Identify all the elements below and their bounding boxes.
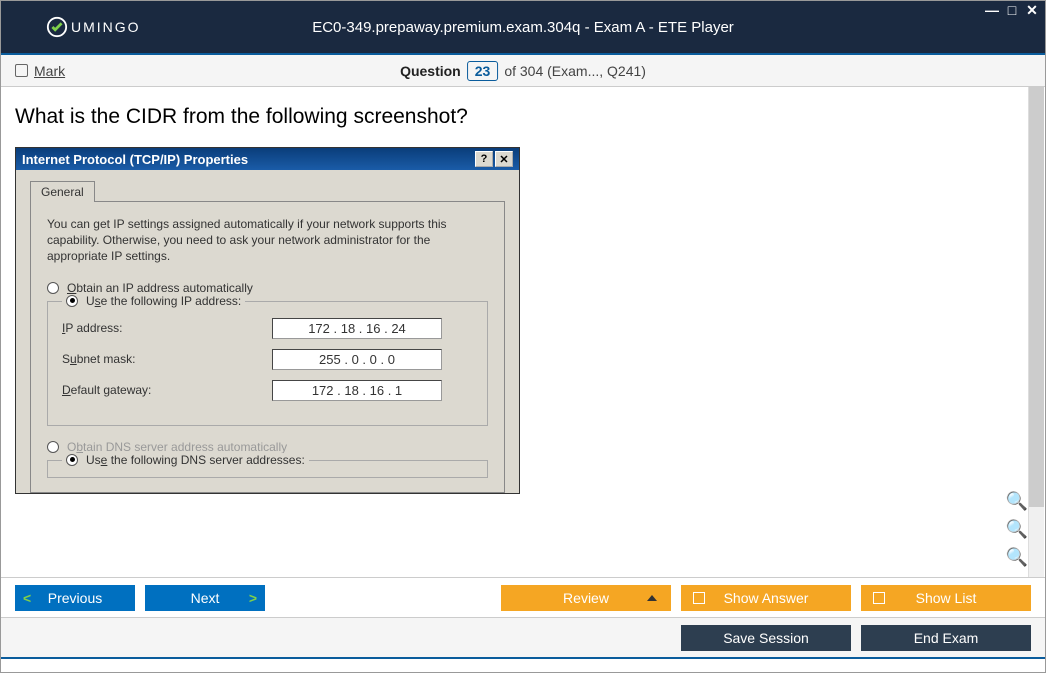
- use-dns-radio-row[interactable]: Use the following DNS server addresses:: [62, 453, 309, 467]
- use-ip-label: Use the following IP address:: [86, 294, 241, 308]
- mark-label[interactable]: Mark: [34, 63, 65, 79]
- question-total: of 304 (Exam..., Q241): [504, 63, 646, 79]
- logo-text: UMINGO: [71, 19, 141, 35]
- obtain-dns-radio-row: Obtain DNS server address automatically: [47, 440, 488, 454]
- close-button[interactable]: ✕: [1025, 3, 1039, 17]
- chevron-right-icon: >: [249, 590, 257, 606]
- review-button[interactable]: Review: [501, 585, 671, 611]
- subnet-label: Subnet mask:: [62, 352, 272, 366]
- checkbox-icon: [873, 592, 885, 604]
- subnet-input[interactable]: 255 . 0 . 0 . 0: [272, 349, 442, 370]
- tcpip-title-text: Internet Protocol (TCP/IP) Properties: [22, 152, 248, 167]
- show-list-button[interactable]: Show List: [861, 585, 1031, 611]
- tcpip-title-bar: Internet Protocol (TCP/IP) Properties ? …: [16, 148, 519, 170]
- question-label: Question: [400, 63, 461, 79]
- use-dns-label: Use the following DNS server addresses:: [86, 453, 305, 467]
- zoom-in-icon[interactable]: 🔍: [1007, 519, 1027, 539]
- minimize-button[interactable]: —: [985, 3, 999, 17]
- use-ip-fieldset: Use the following IP address: IP address…: [47, 301, 488, 426]
- window-controls: — □ ✕: [985, 3, 1039, 17]
- question-number: 23: [467, 61, 499, 81]
- ip-address-label: IP address:: [62, 321, 272, 335]
- question-counter: Question 23 of 304 (Exam..., Q241): [400, 61, 646, 81]
- title-bar: UMINGO EC0-349.prepaway.premium.exam.304…: [1, 1, 1045, 55]
- scrollbar[interactable]: [1028, 87, 1044, 577]
- previous-button[interactable]: < Previous: [15, 585, 135, 611]
- triangle-up-icon: [647, 595, 657, 601]
- search-icon[interactable]: 🔍: [1007, 491, 1027, 511]
- general-tab[interactable]: General: [30, 181, 95, 202]
- app-logo: UMINGO: [46, 16, 141, 38]
- radio-icon[interactable]: [47, 282, 59, 294]
- radio-icon[interactable]: [66, 295, 78, 307]
- content-area: What is the CIDR from the following scre…: [1, 87, 1045, 577]
- obtain-ip-label: Obtain an IP address automatically: [67, 281, 253, 295]
- obtain-ip-radio-row[interactable]: Obtain an IP address automatically: [47, 281, 488, 295]
- gateway-label: Default gateway:: [62, 383, 272, 397]
- save-session-button[interactable]: Save Session: [681, 625, 851, 651]
- radio-icon: [47, 441, 59, 453]
- close-icon[interactable]: ✕: [495, 151, 513, 167]
- next-button[interactable]: Next >: [145, 585, 265, 611]
- gateway-input[interactable]: 172 . 18 . 16 . 1: [272, 380, 442, 401]
- end-exam-button[interactable]: End Exam: [861, 625, 1031, 651]
- mark-checkbox[interactable]: [15, 64, 28, 77]
- scroll-thumb[interactable]: [1029, 87, 1044, 507]
- tab-content: You can get IP settings assigned automat…: [30, 201, 505, 493]
- description-text: You can get IP settings assigned automat…: [47, 216, 488, 265]
- ip-address-input[interactable]: 172 . 18 . 16 . 24: [272, 318, 442, 339]
- footer-nav: < Previous Next > Review Show Answer Sho…: [1, 577, 1045, 617]
- chevron-left-icon: <: [23, 590, 31, 606]
- use-dns-fieldset: Use the following DNS server addresses:: [47, 460, 488, 478]
- zoom-controls: 🔍 🔍 🔍: [1007, 491, 1027, 567]
- question-text: What is the CIDR from the following scre…: [15, 105, 1031, 129]
- checkbox-icon: [693, 592, 705, 604]
- question-header: Mark Question 23 of 304 (Exam..., Q241): [1, 55, 1045, 87]
- show-answer-button[interactable]: Show Answer: [681, 585, 851, 611]
- window-title: EC0-349.prepaway.premium.exam.304q - Exa…: [312, 19, 734, 36]
- maximize-button[interactable]: □: [1005, 3, 1019, 17]
- obtain-dns-label: Obtain DNS server address automatically: [67, 440, 287, 454]
- zoom-out-icon[interactable]: 🔍: [1007, 547, 1027, 567]
- help-icon[interactable]: ?: [475, 151, 493, 167]
- footer-session: Save Session End Exam: [1, 617, 1045, 659]
- logo-checkmark-icon: [46, 16, 68, 38]
- use-ip-radio-row[interactable]: Use the following IP address:: [62, 294, 245, 308]
- radio-icon[interactable]: [66, 454, 78, 466]
- tcpip-properties-window: Internet Protocol (TCP/IP) Properties ? …: [15, 147, 520, 494]
